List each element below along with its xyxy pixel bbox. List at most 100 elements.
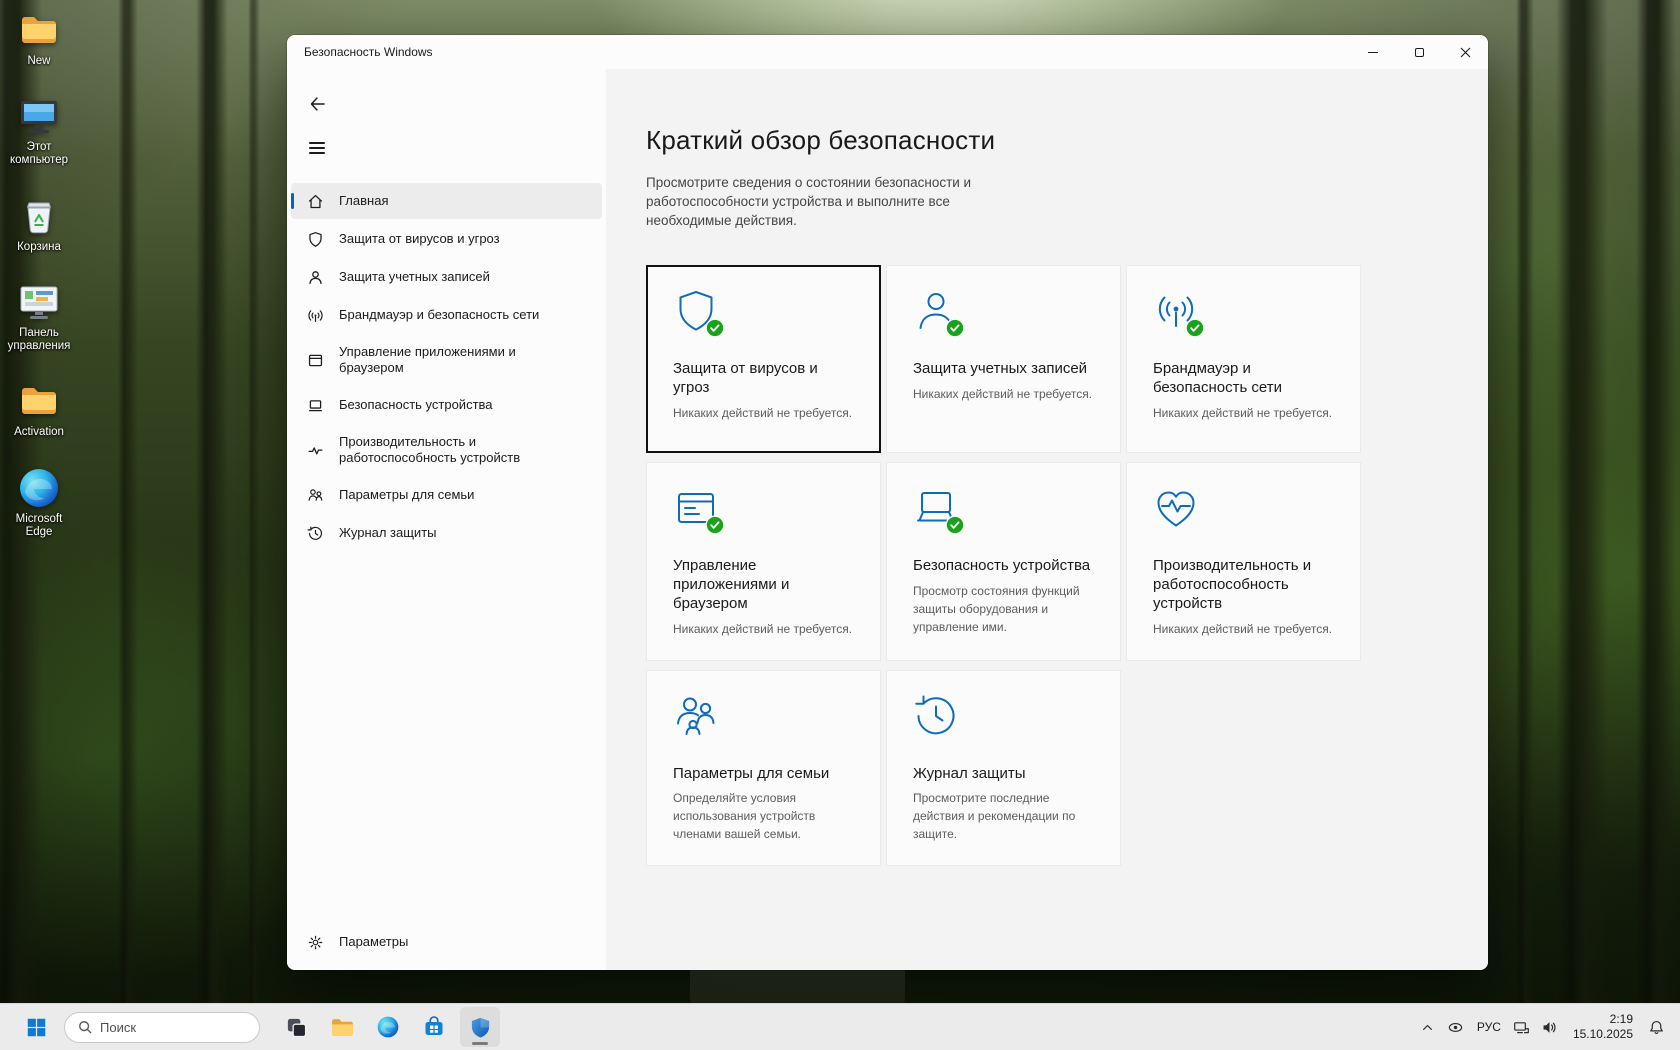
sidebar-item-label: Безопасность устройства: [339, 397, 493, 413]
tile-firewall[interactable]: Брандмауэр и безопасность сети Никаких д…: [1126, 265, 1361, 453]
sidebar-item-device-security[interactable]: Безопасность устройства: [291, 387, 602, 423]
start-icon: [26, 1017, 47, 1038]
sidebar-item-family-options[interactable]: Параметры для семьи: [291, 477, 602, 513]
minimize-icon: [1368, 52, 1378, 53]
start-button[interactable]: [16, 1007, 56, 1047]
volume-button[interactable]: [1536, 1007, 1564, 1047]
tray-overflow-button[interactable]: [1414, 1007, 1442, 1047]
device-performance-icon: [1153, 485, 1201, 533]
sidebar-item-label: Параметры для семьи: [339, 487, 474, 503]
windows-security-button[interactable]: [460, 1007, 500, 1047]
desktop-icon-activation[interactable]: Activation: [0, 379, 78, 439]
tile-title: Производительность и работоспособность у…: [1153, 557, 1334, 613]
edge-button[interactable]: [368, 1007, 408, 1047]
taskbar-search[interactable]: Поиск: [64, 1012, 260, 1043]
protection-history-icon: [306, 525, 324, 542]
sidebar-item-label: Управление приложениями и браузером: [339, 344, 553, 377]
window-titlebar[interactable]: Безопасность Windows: [287, 35, 1488, 69]
close-icon: [1460, 47, 1471, 58]
sidebar-item-protection-history[interactable]: Журнал защиты: [291, 515, 602, 551]
firewall-network-icon: [306, 307, 324, 324]
family-options-icon: [673, 693, 721, 741]
tile-title: Параметры для семьи: [673, 765, 854, 784]
search-icon: [78, 1020, 92, 1034]
language-indicator[interactable]: РУС: [1470, 1007, 1508, 1047]
gear-icon: [306, 934, 324, 951]
tile-description: Просмотрите последние действия и рекомен…: [913, 789, 1094, 843]
tile-family-options[interactable]: Параметры для семьи Определяйте условия …: [646, 670, 881, 867]
menu-button[interactable]: [301, 133, 333, 163]
maximize-button[interactable]: [1396, 35, 1442, 69]
sidebar-item-label: Защита от вирусов и угроз: [339, 231, 500, 247]
tray-date: 15.10.2025: [1573, 1027, 1633, 1042]
desktop-icon-recycle-bin[interactable]: Корзина: [0, 194, 78, 254]
tile-device-security[interactable]: Безопасность устройства Просмотр состоян…: [886, 462, 1121, 660]
family-options-icon: [306, 487, 324, 504]
sidebar-item-device-performance[interactable]: Производительность и работоспособность у…: [291, 425, 602, 475]
tile-description: Никаких действий не требуется.: [673, 404, 854, 422]
window-title: Безопасность Windows: [287, 45, 433, 59]
file-explorer-button[interactable]: [322, 1007, 362, 1047]
tile-title: Брандмауэр и безопасность сети: [1153, 360, 1334, 398]
network-button[interactable]: [1508, 1007, 1536, 1047]
status-check-icon: [705, 318, 725, 338]
tile-description: Никаких действий не требуется.: [673, 620, 854, 638]
desktop-icon-this-pc[interactable]: Этот компьютер: [0, 94, 78, 167]
windows-security-icon: [469, 1016, 492, 1039]
eye-icon: [1447, 1019, 1464, 1036]
tile-app-browser-control[interactable]: Управление приложениями и браузером Ника…: [646, 462, 881, 660]
main-content: Краткий обзор безопасности Просмотрите с…: [606, 69, 1488, 970]
sidebar-nav: Главная Защита от вирусов и угроз Защита…: [287, 183, 606, 551]
tile-protection-history[interactable]: Журнал защиты Просмотрите последние дейс…: [886, 670, 1121, 867]
folder-icon: [17, 8, 61, 52]
task-view-button[interactable]: [276, 1007, 316, 1047]
hamburger-menu-icon: [309, 139, 325, 157]
notification-center-button[interactable]: [1642, 1007, 1670, 1047]
sidebar-item-label: Журнал защиты: [339, 525, 437, 541]
status-check-icon: [945, 515, 965, 535]
minimize-button[interactable]: [1350, 35, 1396, 69]
account-icon: [306, 269, 324, 286]
desktop-icon-label: Activation: [14, 426, 64, 439]
tile-description: Никаких действий не требуется.: [913, 385, 1094, 403]
sidebar-item-account-protection[interactable]: Защита учетных записей: [291, 259, 602, 295]
close-button[interactable]: [1442, 35, 1488, 69]
microsoft-store-button[interactable]: [414, 1007, 454, 1047]
folder-icon: [17, 379, 61, 423]
tile-device-performance[interactable]: Производительность и работоспособность у…: [1126, 462, 1361, 660]
tile-virus-protection[interactable]: Защита от вирусов и угроз Никаких действ…: [646, 265, 881, 453]
sidebar-item-firewall[interactable]: Брандмауэр и безопасность сети: [291, 297, 602, 333]
app-browser-icon: [306, 352, 324, 369]
sidebar-item-settings[interactable]: Параметры: [291, 924, 602, 960]
sidebar-item-label: Брандмауэр и безопасность сети: [339, 307, 539, 323]
taskbar: Поиск РУС 2: [0, 1003, 1680, 1050]
sidebar-item-label: Параметры: [339, 934, 408, 950]
home-icon: [306, 193, 324, 210]
status-check-icon: [945, 318, 965, 338]
tile-description: Просмотр состояния функций защиты оборуд…: [913, 582, 1094, 636]
volume-icon: [1541, 1019, 1558, 1036]
windows-security-window: Безопасность Windows Главная: [287, 35, 1488, 970]
tray-app-button[interactable]: [1442, 1007, 1470, 1047]
status-check-icon: [705, 515, 725, 535]
desktop-icon-column: New Этот компьютер Корзина Панель управл…: [0, 8, 78, 539]
sidebar-item-home[interactable]: Главная: [291, 183, 602, 219]
running-app-indicator: [472, 1042, 488, 1045]
tile-title: Управление приложениями и браузером: [673, 557, 854, 613]
tile-description: Определяйте условия использования устрой…: [673, 789, 854, 843]
desktop-icon-edge[interactable]: Microsoft Edge: [0, 466, 78, 539]
sidebar-item-virus-protection[interactable]: Защита от вирусов и угроз: [291, 221, 602, 257]
desktop-icon-control-panel[interactable]: Панель управления: [0, 280, 78, 353]
network-icon: [1513, 1019, 1530, 1036]
search-placeholder: Поиск: [100, 1020, 136, 1035]
desktop-icon-new[interactable]: New: [0, 8, 78, 68]
desktop-icon-label: Корзина: [17, 241, 61, 254]
page-title: Краткий обзор безопасности: [646, 125, 1460, 156]
back-button[interactable]: [301, 89, 333, 119]
tile-account-protection[interactable]: Защита учетных записей Никаких действий …: [886, 265, 1121, 453]
control-panel-icon: [17, 280, 61, 324]
status-check-icon: [1185, 318, 1205, 338]
tile-description: Никаких действий не требуется.: [1153, 620, 1334, 638]
sidebar-item-app-browser[interactable]: Управление приложениями и браузером: [291, 335, 602, 385]
taskbar-clock[interactable]: 2:19 15.10.2025: [1564, 1012, 1642, 1042]
